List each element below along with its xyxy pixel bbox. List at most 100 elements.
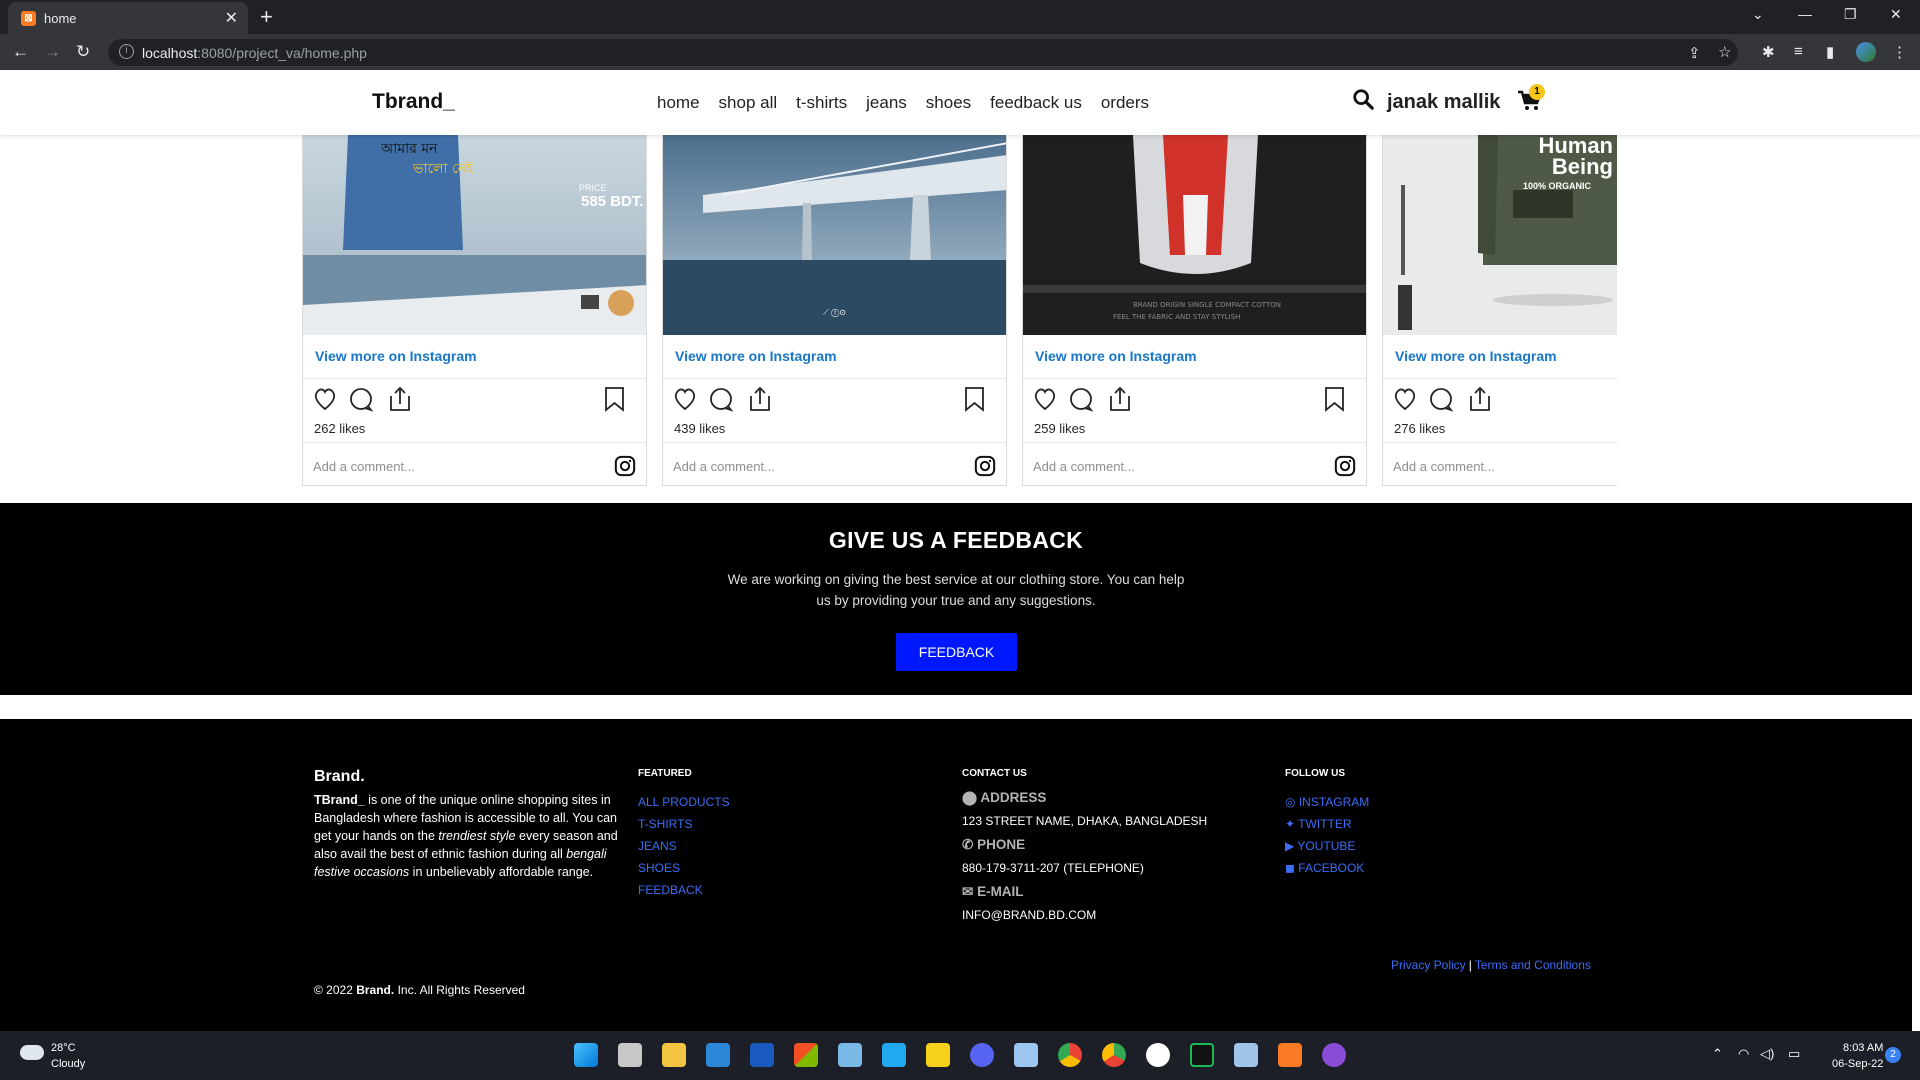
post-image[interactable]: Human Being 100% ORGANIC — [1383, 135, 1617, 335]
remote-desktop-icon[interactable] — [838, 1043, 862, 1067]
clock-icon[interactable] — [1146, 1043, 1170, 1067]
comment-icon[interactable] — [710, 388, 734, 412]
side-panel-icon[interactable]: ▮ — [1826, 43, 1834, 61]
photos-icon[interactable] — [1014, 1043, 1038, 1067]
discord-icon[interactable] — [970, 1043, 994, 1067]
terms-link[interactable]: Terms and Conditions — [1475, 958, 1591, 972]
back-icon[interactable]: ← — [12, 42, 29, 62]
view-on-instagram-link[interactable]: View more on Instagram — [1035, 348, 1197, 364]
heart-icon[interactable] — [314, 388, 336, 411]
post-image[interactable]: BRAND ORIGIN SINGLE COMPACT COTTON FEEL … — [1023, 135, 1366, 335]
task-view-icon[interactable] — [618, 1043, 642, 1067]
reading-list-icon[interactable]: ≡ — [1794, 43, 1803, 60]
site-brand[interactable]: Tbrand_ — [372, 90, 455, 114]
site-info-icon[interactable]: i — [119, 44, 134, 59]
nav-shoes[interactable]: shoes — [926, 93, 971, 113]
window-close-icon[interactable]: ✕ — [1890, 6, 1902, 23]
instagram-icon[interactable] — [614, 455, 636, 477]
system-clock[interactable]: 8:03 AM 06-Sep-22 — [1832, 1040, 1883, 1072]
instagram-icon[interactable] — [1334, 455, 1356, 477]
menu-kebab-icon[interactable]: ⋮ — [1892, 43, 1907, 61]
user-name[interactable]: janak mallik — [1387, 91, 1500, 114]
nav-t-shirts[interactable]: t-shirts — [796, 93, 847, 113]
view-on-instagram-link[interactable]: View more on Instagram — [1395, 348, 1557, 364]
comment-icon[interactable] — [1070, 388, 1094, 412]
save-bookmark-icon[interactable] — [965, 387, 984, 412]
xampp-icon[interactable] — [1278, 1043, 1302, 1067]
forward-icon[interactable]: → — [44, 42, 61, 62]
address-bar[interactable]: i localhost:8080/project_va/home.php ⇪ ☆ — [108, 39, 1738, 66]
post-image[interactable]: আমার মন ভালো নেই PRICE 585 BDT. — [303, 135, 646, 335]
cloud-icon[interactable] — [20, 1045, 44, 1060]
volume-icon[interactable]: ◁) — [1760, 1046, 1774, 1062]
reload-icon[interactable]: ↻ — [76, 42, 90, 62]
heart-icon[interactable] — [1034, 388, 1056, 411]
nav-home[interactable]: home — [657, 93, 700, 113]
url-text[interactable]: localhost:8080/project_va/home.php — [142, 45, 367, 61]
comment-input[interactable]: Add a comment... — [673, 459, 775, 474]
footer-link-t-shirts[interactable]: T-SHIRTS — [638, 813, 730, 835]
github-desktop-icon[interactable] — [1322, 1043, 1346, 1067]
word-icon[interactable] — [750, 1043, 774, 1067]
share-icon[interactable] — [390, 386, 410, 411]
social-youtube-link[interactable]: ▶ YOUTUBE — [1285, 835, 1369, 857]
wifi-icon[interactable]: ◠ — [1738, 1046, 1749, 1062]
nav-jeans[interactable]: jeans — [866, 93, 907, 113]
terminal-icon[interactable] — [1190, 1043, 1214, 1067]
close-tab-icon[interactable]: ✕ — [225, 8, 238, 28]
address-value: 123 STREET NAME, DHAKA, BANGLADESH — [962, 814, 1208, 828]
nav-shop-all[interactable]: shop all — [719, 93, 778, 113]
extensions-icon[interactable]: ✱ — [1762, 43, 1775, 61]
privacy-policy-link[interactable]: Privacy Policy — [1391, 958, 1466, 972]
social-twitter-link[interactable]: ✦ TWITTER — [1285, 813, 1369, 835]
notification-badge[interactable]: 2 — [1885, 1047, 1901, 1063]
save-bookmark-icon[interactable] — [605, 387, 624, 412]
save-bookmark-icon[interactable] — [1325, 387, 1344, 412]
feedback-button[interactable]: FEEDBACK — [896, 633, 1017, 671]
footer-link-all-products[interactable]: ALL PRODUCTS — [638, 791, 730, 813]
minimize-icon[interactable]: — — [1798, 6, 1812, 22]
virtualbox-icon[interactable] — [1234, 1043, 1258, 1067]
file-explorer-icon[interactable] — [662, 1043, 686, 1067]
comment-icon[interactable] — [1430, 388, 1454, 412]
heart-icon[interactable] — [674, 388, 696, 411]
share-icon[interactable] — [1470, 386, 1490, 411]
start-icon[interactable] — [574, 1043, 598, 1067]
share-icon[interactable] — [1110, 386, 1130, 411]
search-icon[interactable] — [1352, 88, 1374, 110]
weather-condition[interactable]: Cloudy — [51, 1058, 85, 1070]
nav-feedback-us[interactable]: feedback us — [990, 93, 1082, 113]
vscode-icon[interactable] — [882, 1043, 906, 1067]
comment-input[interactable]: Add a comment... — [1033, 459, 1135, 474]
post-image[interactable]: ⟋ ⓕ⊙ — [663, 135, 1006, 335]
social-instagram-link[interactable]: ◎ INSTAGRAM — [1285, 791, 1369, 813]
tray-chevron-icon[interactable]: ⌃ — [1712, 1046, 1723, 1062]
footer-link-feedback[interactable]: FEEDBACK — [638, 879, 730, 901]
battery-icon[interactable]: ▭ — [1788, 1046, 1800, 1062]
chrome-profile-icon[interactable] — [1102, 1043, 1126, 1067]
view-on-instagram-link[interactable]: View more on Instagram — [315, 348, 477, 364]
new-tab-button[interactable]: + — [260, 4, 273, 30]
footer-link-jeans[interactable]: JEANS — [638, 835, 730, 857]
heart-icon[interactable] — [1394, 388, 1416, 411]
instagram-icon[interactable] — [974, 455, 996, 477]
browser-tab-home[interactable]: ⊠ home ✕ — [8, 2, 248, 34]
microsoft-store-icon[interactable] — [794, 1043, 818, 1067]
nav-orders[interactable]: orders — [1101, 93, 1149, 113]
comment-icon[interactable] — [350, 388, 374, 412]
share-icon[interactable]: ⇪ — [1688, 44, 1701, 62]
footer-link-shoes[interactable]: SHOES — [638, 857, 730, 879]
comment-input[interactable]: Add a comment... — [1393, 459, 1495, 474]
chrome-icon[interactable] — [1058, 1043, 1082, 1067]
profile-avatar[interactable] — [1856, 42, 1876, 62]
share-icon[interactable] — [750, 386, 770, 411]
restore-icon[interactable]: ❐ — [1844, 6, 1857, 23]
sticky-notes-icon[interactable] — [926, 1043, 950, 1067]
bookmark-star-icon[interactable]: ☆ — [1718, 43, 1731, 61]
social-facebook-link[interactable]: ◼ FACEBOOK — [1285, 857, 1369, 879]
notepad-icon[interactable] — [706, 1043, 730, 1067]
weather-temperature[interactable]: 28°C — [51, 1042, 76, 1054]
comment-input[interactable]: Add a comment... — [313, 459, 415, 474]
view-on-instagram-link[interactable]: View more on Instagram — [675, 348, 837, 364]
tab-search-icon[interactable]: ⌄ — [1752, 6, 1764, 23]
